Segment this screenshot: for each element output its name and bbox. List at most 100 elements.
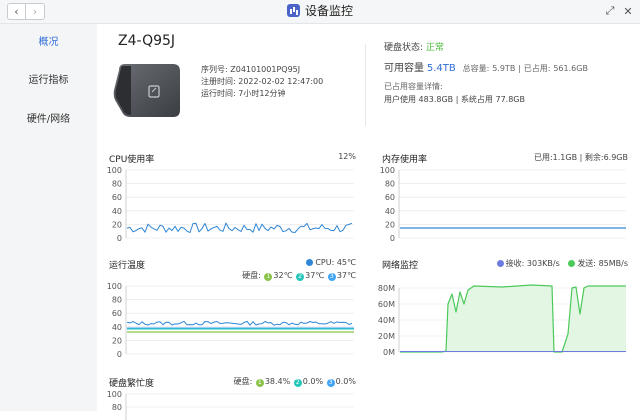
- disk-busy-chart: 10080: [107, 390, 354, 420]
- memory-usage-chart: 100 80 60 40 20 0: [380, 166, 626, 243]
- nas-device-icon: [113, 64, 180, 117]
- disk-3-temp: 37℃: [336, 271, 356, 280]
- memory-tick-label: 0: [390, 234, 395, 243]
- uptime-value: 7小时12分钟: [238, 89, 286, 98]
- disk-status-label: 硬盘状态:: [384, 43, 424, 53]
- temperature-title: 运行温度: [109, 261, 146, 271]
- network-chart: 80M 60M 40M 20M 0M: [378, 284, 626, 357]
- serial-value: Z04101001PQ95J: [230, 65, 301, 74]
- network-rx-label: 接收:: [505, 259, 525, 268]
- cpu-usage-value: 12%: [338, 152, 356, 161]
- memory-usage-panel: 内存使用率 已用:1.1GB | 剩余:6.9GB 100 80 60 40 20 0: [380, 152, 628, 250]
- cpu-usage-title: CPU使用率: [109, 155, 155, 165]
- usage-detail-row: 用户使用 483.8GB | 系统占用 77.8GB: [384, 95, 525, 104]
- memory-used-value: 1.1GB: [552, 153, 578, 162]
- temperature-cpu-value: 45℃: [336, 258, 356, 267]
- disk-busy-panel: 硬盘繁忙度 硬盘: 1 38.4% 2 0.0% 3 0.0% 100 80: [107, 376, 356, 420]
- network-rx-value: 303KB/s: [526, 259, 560, 268]
- cpu-legend-dot: [306, 259, 314, 266]
- reg-time-label: 注册时间:: [201, 77, 236, 86]
- title-bar: ‹ › 设备监控 ⤢ ✕: [0, 0, 640, 24]
- window-title-text: 设备监控: [304, 4, 353, 18]
- uptime-label: 运行时间:: [201, 89, 236, 98]
- window-title: 设备监控: [0, 3, 640, 20]
- temperature-tick-label: 100: [107, 282, 122, 291]
- temperature-chart: 100 80 60 40 20 0: [107, 282, 354, 359]
- network-panel: 网络监控 接收: 303KB/s 发送: 85MB/s 80M 60M 40M 20M…: [378, 258, 628, 364]
- system-used-value: 77.8GB: [495, 95, 525, 104]
- detail-label: 已占用容量详情:: [384, 82, 443, 91]
- available-row: 可用容量 5.4TB 总容量: 5.9TB | 已占用: 561.6GB: [384, 63, 588, 74]
- sidebar-item-metrics[interactable]: 运行指标: [0, 70, 97, 92]
- network-tick-label: 60M: [378, 300, 395, 309]
- temperature-tick-label: 80: [112, 296, 122, 305]
- monitor-app-icon: [286, 4, 300, 17]
- close-button[interactable]: ✕: [621, 4, 635, 18]
- rx-legend-dot: [496, 260, 504, 267]
- temperature-tick-label: 40: [112, 323, 122, 332]
- disk-busy-tick-label: 100: [107, 390, 122, 399]
- total-value: 5.9TB: [492, 64, 516, 73]
- cpu-usage-chart: 100 80 60 40 20 0: [107, 166, 354, 243]
- memory-tick-label: 20: [385, 220, 395, 229]
- disk-2-temp: 37℃: [305, 271, 325, 280]
- temperature-disk-legend: 硬盘: 1 32℃ 2 37℃ 3 37℃: [242, 270, 356, 281]
- disk-busy-title: 硬盘繁忙度: [109, 379, 155, 389]
- available-value: 5.4TB: [426, 63, 456, 74]
- maximize-icon: ⤢: [605, 4, 615, 17]
- network-tx-label: 发送:: [577, 259, 597, 268]
- tx-area: [400, 285, 626, 352]
- cpu-temp-line: [126, 320, 353, 326]
- network-title: 网络监控: [382, 261, 419, 271]
- disk-busy-legend: 硬盘: 1 38.4% 2 0.0% 3 0.0%: [234, 376, 356, 387]
- network-tick-label: 40M: [378, 316, 395, 325]
- user-used-value: 483.8GB: [418, 95, 454, 104]
- busy-disk-1-badge: 1: [255, 379, 264, 387]
- reg-time-row: 注册时间: 2022-02-02 12:47:00: [201, 76, 323, 88]
- disk-1-badge: 1: [264, 273, 273, 281]
- disk-1-temp: 32℃: [273, 271, 293, 280]
- network-legend: 接收: 303KB/s 发送: 85MB/s: [496, 258, 628, 269]
- temperature-disk-label: 硬盘:: [242, 271, 261, 280]
- device-name: Z4-Q95J: [118, 33, 176, 49]
- cpu-tick-label: 60: [112, 193, 122, 202]
- system-used-label: 系统占用: [460, 95, 493, 104]
- sidebar: 概况 运行指标 硬件/网络: [0, 24, 97, 411]
- maximize-button[interactable]: ⤢: [603, 4, 617, 18]
- memory-free-label: 剩余:: [584, 153, 604, 162]
- memory-tick-label: 80: [385, 180, 395, 189]
- busy-disk-3-badge: 3: [326, 379, 335, 387]
- temperature-tick-label: 60: [112, 309, 122, 318]
- available-label: 可用容量: [384, 63, 424, 74]
- cpu-tick-label: 0: [117, 234, 122, 243]
- cpu-tick-label: 20: [112, 220, 122, 229]
- network-tick-label: 0M: [383, 348, 395, 357]
- busy-disk-3-value: 0.0%: [335, 377, 356, 386]
- temperature-cpu-legend: CPU: 45℃: [306, 258, 356, 267]
- close-icon: ✕: [623, 4, 633, 18]
- network-tx-value: 85MB/s: [598, 259, 628, 268]
- temperature-cpu-label: CPU:: [315, 258, 335, 267]
- cpu-tick-label: 100: [107, 166, 122, 175]
- total-label: 总容量:: [462, 64, 490, 73]
- temperature-tick-label: 0: [117, 350, 122, 359]
- cpu-tick-label: 40: [112, 207, 122, 216]
- sidebar-item-overview[interactable]: 概况: [0, 32, 97, 54]
- disk-busy-label: 硬盘:: [233, 377, 253, 386]
- uptime-row: 运行时间: 7小时12分钟: [201, 88, 323, 100]
- memory-usage-summary: 已用:1.1GB | 剩余:6.9GB: [533, 153, 628, 162]
- sidebar-item-hardware-network[interactable]: 硬件/网络: [0, 109, 97, 131]
- divider: [365, 44, 366, 126]
- memory-usage-title: 内存使用率: [382, 155, 428, 165]
- device-info: 序列号: Z04101001PQ95J 注册时间: 2022-02-02 12:…: [201, 64, 323, 100]
- reg-time-value: 2022-02-02 12:47:00: [238, 77, 324, 86]
- disk-3-badge: 3: [327, 273, 336, 281]
- temperature-tick-label: 20: [112, 336, 122, 345]
- serial-label: 序列号:: [201, 65, 228, 74]
- network-tick-label: 20M: [378, 332, 395, 341]
- busy-disk-2-value: 0.0%: [302, 377, 324, 386]
- busy-disk-1-value: 38.4%: [264, 377, 291, 386]
- network-tick-label: 80M: [378, 284, 395, 293]
- cpu-usage-panel: CPU使用率 12% 100 80 60 40 20 0: [107, 152, 356, 250]
- busy-disk-2-badge: 2: [293, 379, 302, 387]
